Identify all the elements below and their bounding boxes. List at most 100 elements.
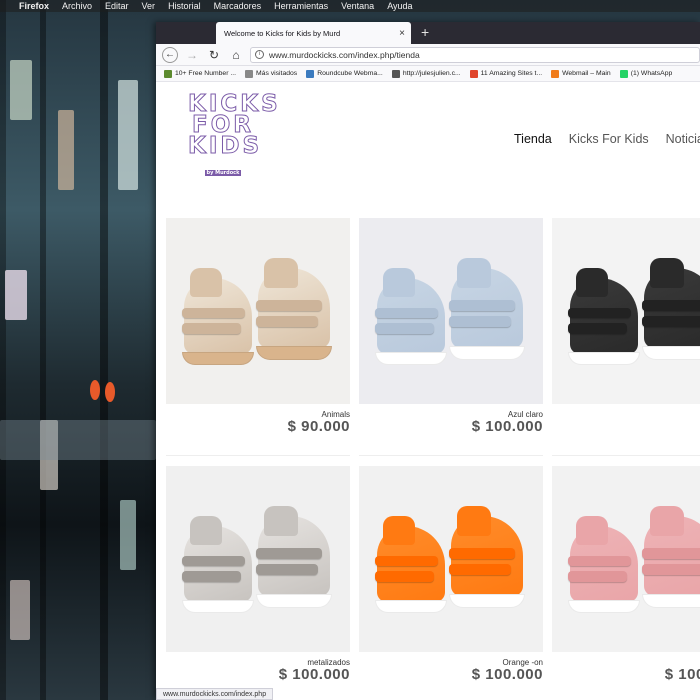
shoe-part xyxy=(264,258,298,288)
shoe-part xyxy=(182,599,255,613)
bookmark-label: 11 Amazing Sites t... xyxy=(480,70,543,77)
shoe-illustration xyxy=(254,258,334,368)
new-tab-icon[interactable]: + xyxy=(411,23,429,44)
home-icon[interactable]: ⌂ xyxy=(228,47,244,63)
shoe-part xyxy=(190,516,223,545)
shoe-part xyxy=(642,346,700,360)
shoe-illustration xyxy=(180,516,256,621)
bookmark-label: Webmail – Main xyxy=(562,70,611,77)
shoe-part xyxy=(182,571,241,582)
menu-item-historial[interactable]: Historial xyxy=(168,0,201,12)
shoe-part xyxy=(449,300,515,311)
shoe-part xyxy=(182,555,245,567)
bookmark-favicon-icon xyxy=(619,69,628,78)
product-card[interactable]: Animals $ 90.000 xyxy=(166,218,350,456)
menu-item-ayuda[interactable]: Ayuda xyxy=(387,0,412,12)
shoe-part xyxy=(449,548,515,559)
shoe-part xyxy=(375,555,438,567)
menu-item-archivo[interactable]: Archivo xyxy=(62,0,92,12)
shoe-part xyxy=(642,564,700,575)
bookmark-label: 10+ Free Number ... xyxy=(175,70,237,77)
product-image[interactable] xyxy=(166,466,350,652)
product-image[interactable] xyxy=(166,218,350,404)
menu-app-name[interactable]: Firefox xyxy=(19,0,49,12)
shoe-part xyxy=(568,323,627,334)
browser-window: Welcome to Kicks for Kids by Murd × + ← … xyxy=(156,22,700,700)
shoe-part xyxy=(375,599,448,613)
tab-bar: Welcome to Kicks for Kids by Murd × + xyxy=(156,22,700,44)
back-arrow-icon[interactable]: ← xyxy=(162,46,178,63)
shoe-part xyxy=(642,316,700,327)
shoe-illustration xyxy=(373,268,449,373)
product-card[interactable]: Paolo$ 100.000 xyxy=(552,466,700,683)
shoe-part xyxy=(457,506,491,536)
bookmark-favicon-icon xyxy=(469,69,478,78)
menu-item-ventana[interactable]: Ventana xyxy=(341,0,374,12)
shoe-part xyxy=(256,300,322,311)
shoe-part xyxy=(642,594,700,608)
card-divider xyxy=(552,455,700,456)
menu-item-ver[interactable]: Ver xyxy=(142,0,156,12)
bookmarks-toolbar: 10+ Free Number ... Más visitados Roundcub… xyxy=(156,66,700,82)
bookmark-item[interactable]: http://julesjulien.c... xyxy=(391,69,461,78)
menu-item-editar[interactable]: Editar xyxy=(105,0,129,12)
site-info-icon[interactable]: i xyxy=(255,50,264,59)
bookmark-item[interactable]: 10+ Free Number ... xyxy=(164,69,237,78)
shoe-part xyxy=(576,516,609,545)
shoe-part xyxy=(457,258,491,288)
shoe-illustration xyxy=(254,506,334,616)
menu-item-herramientas[interactable]: Herramientas xyxy=(274,0,328,12)
shoe-part xyxy=(256,346,332,360)
shoe-part xyxy=(568,307,631,319)
url-bar[interactable]: i www.murdockicks.com/index.php/tienda xyxy=(250,46,700,63)
shoe-part xyxy=(568,571,627,582)
bookmark-label: http://julesjulien.c... xyxy=(402,70,461,77)
product-card[interactable]: Bl$ 85 xyxy=(552,218,700,456)
bookmark-item[interactable]: Más visitados xyxy=(245,69,298,78)
page-content: KICKS FOR KIDS by Murdock Tienda Kicks F… xyxy=(156,82,700,700)
bookmark-item[interactable]: (1) WhatsApp xyxy=(619,69,672,78)
bookmark-label: Más visitados xyxy=(256,70,298,77)
shoe-illustration xyxy=(566,268,642,373)
product-price: $ 100.000 xyxy=(471,666,543,683)
shoe-part xyxy=(449,316,511,327)
product-image[interactable] xyxy=(359,218,543,404)
bookmark-item[interactable]: Webmail – Main xyxy=(551,69,611,78)
bookmark-favicon-icon xyxy=(164,69,172,78)
nav-tienda[interactable]: Tienda xyxy=(514,132,552,146)
product-price: $ 90.000 xyxy=(287,418,350,435)
product-card[interactable]: Orange -on $ 100.000 xyxy=(359,466,543,683)
shoe-part xyxy=(256,548,322,559)
product-card[interactable]: Azul claro $ 100.000 xyxy=(359,218,543,456)
product-image[interactable] xyxy=(552,218,700,404)
bookmark-favicon-icon xyxy=(306,69,315,78)
bookmark-item[interactable]: 11 Amazing Sites t... xyxy=(469,69,543,78)
product-card[interactable]: metalizados $ 100.000 xyxy=(166,466,350,683)
product-image[interactable] xyxy=(552,466,700,652)
bookmark-favicon-icon xyxy=(391,69,400,78)
shoe-part xyxy=(642,300,700,311)
shoe-part xyxy=(375,351,448,365)
shoe-part xyxy=(182,323,241,334)
shoe-part xyxy=(375,323,434,334)
reload-icon[interactable]: ↻ xyxy=(206,47,222,63)
nav-noticias[interactable]: Noticias xyxy=(666,132,700,146)
forward-arrow-icon[interactable]: → xyxy=(184,47,200,63)
shoe-illustration xyxy=(447,258,527,368)
nav-kicks-for-kids[interactable]: Kicks For Kids xyxy=(569,132,649,146)
shoe-part xyxy=(642,548,700,559)
bookmark-item[interactable]: Roundcube Webma... xyxy=(306,69,383,78)
tab-active[interactable]: Welcome to Kicks for Kids by Murd × xyxy=(216,22,411,44)
product-image[interactable] xyxy=(359,466,543,652)
navigation-toolbar: ← → ↻ ⌂ i www.murdockicks.com/index.php/… xyxy=(156,44,700,66)
bookmark-favicon-icon xyxy=(245,69,254,78)
menu-item-marcadores[interactable]: Marcadores xyxy=(214,0,262,12)
shoe-part xyxy=(449,564,511,575)
card-divider xyxy=(166,455,350,456)
close-tab-icon[interactable]: × xyxy=(399,28,405,39)
shoe-part xyxy=(375,307,438,319)
url-text: www.murdockicks.com/index.php/tienda xyxy=(269,49,420,60)
site-logo[interactable]: KICKS FOR KIDS by Murdock xyxy=(188,92,278,178)
shoe-part xyxy=(568,599,641,613)
shoe-part xyxy=(182,351,255,365)
